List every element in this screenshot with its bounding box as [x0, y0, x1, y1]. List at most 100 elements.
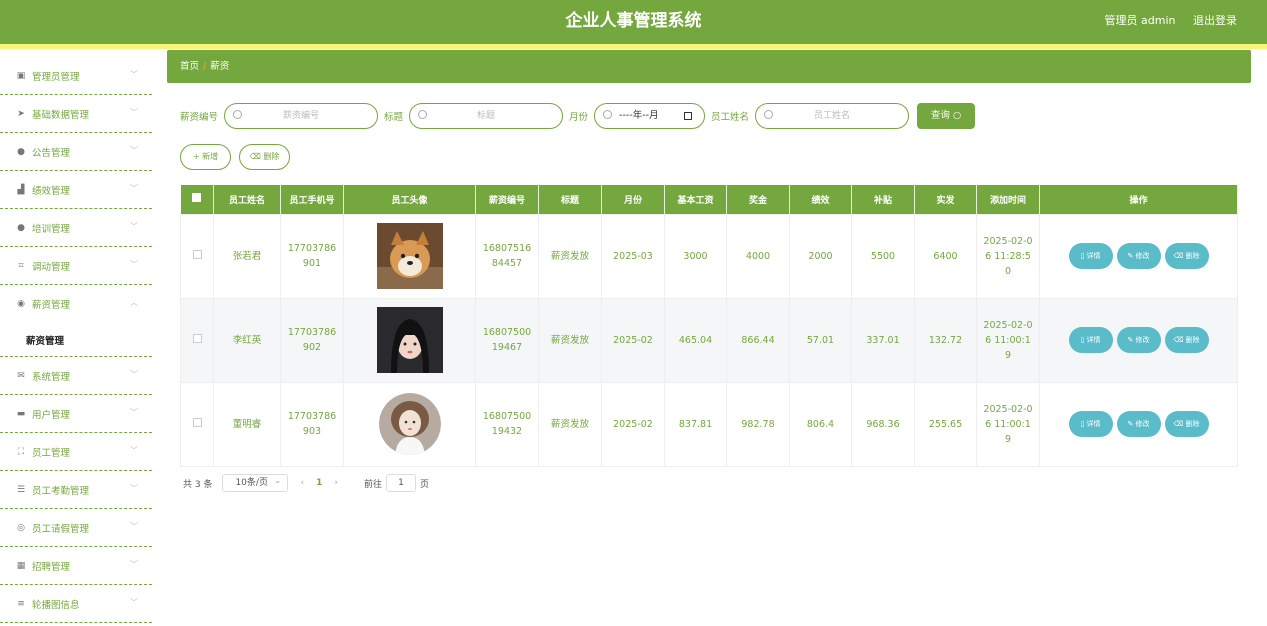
delete-button[interactable]: ⌫ 删除: [1164, 243, 1209, 269]
sidebar-item-employees[interactable]: ⛶ 员工管理 ﹀: [0, 433, 152, 471]
sidebar-item-leave[interactable]: ◎ 员工请假管理 ﹀: [0, 509, 152, 547]
detail-label: 详情: [1086, 336, 1101, 344]
detail-label: 详情: [1086, 420, 1101, 428]
grid-icon: ▦: [16, 560, 26, 571]
query-button[interactable]: 查询 ○: [917, 103, 976, 129]
next-page-icon[interactable]: ›: [334, 478, 338, 488]
row-select-cell[interactable]: [180, 297, 214, 383]
row-checkbox[interactable]: [192, 333, 202, 343]
send-icon: ➤: [17, 108, 25, 119]
col-header: 员工姓名: [213, 185, 281, 214]
chart-icon: ▟: [17, 184, 25, 195]
goto-label: 前往: [363, 479, 382, 490]
phone-text: 17703786902: [287, 327, 337, 353]
actual-pay-cell: 132.72: [914, 297, 977, 383]
prev-page-icon[interactable]: ‹: [300, 478, 304, 488]
logout-link[interactable]: 退出登录: [1193, 14, 1237, 27]
salary-no-input[interactable]: [225, 104, 378, 128]
detail-button[interactable]: ▯ 详情: [1068, 243, 1113, 269]
col-header: 操作: [1039, 185, 1238, 214]
table-row: 董明睿 17703786903 1680750019432 薪资发放 2025-…: [180, 381, 1238, 467]
sidebar-item-transfer[interactable]: ⌗ 调动管理 ﹀: [0, 247, 152, 285]
sidebar-subitem-salary[interactable]: 薪资管理: [0, 323, 152, 357]
edit-label: 修改: [1135, 336, 1150, 344]
chevron-down-icon: ﹀: [130, 260, 138, 269]
top-header: 企业人事管理系统 管理员 admin 退出登录: [0, 0, 1267, 49]
sidebar-item-users[interactable]: ▬ 用户管理 ﹀: [0, 395, 152, 433]
add-button[interactable]: + 新增: [180, 144, 231, 170]
sidebar-item-attendance[interactable]: ☰ 员工考勤管理 ﹀: [0, 471, 152, 509]
select-all-header[interactable]: [180, 185, 214, 214]
search-icon: [764, 110, 774, 119]
chevron-down-icon: ﹀: [130, 484, 138, 493]
current-page[interactable]: 1: [316, 478, 322, 488]
performance-cell: 2000: [789, 213, 852, 299]
added-time-text: 2025-02-06 11:00:19: [983, 319, 1033, 361]
sidebar-item-notice[interactable]: ● 公告管理 ﹀: [0, 133, 152, 171]
sidebar-item-salary[interactable]: ◉ 薪资管理 ︿: [0, 285, 152, 323]
added-time-text: 2025-02-06 11:00:19: [983, 403, 1033, 445]
title-input[interactable]: [410, 104, 563, 128]
employee-name-field[interactable]: [755, 103, 910, 129]
delete-button[interactable]: ⌫ 删除: [1164, 411, 1209, 437]
month-cell: 2025-02: [601, 381, 665, 467]
sidebar-item-system[interactable]: ✉ 系统管理 ﹀: [0, 357, 152, 395]
edit-label: 修改: [1135, 252, 1150, 260]
trash-icon: ⌫: [249, 152, 261, 161]
bonus-cell: 4000: [726, 213, 790, 299]
breadcrumb-home[interactable]: 首页: [180, 61, 199, 72]
clipboard-icon: ▣: [16, 70, 26, 81]
goto-page-input[interactable]: 1: [385, 474, 416, 492]
avatar-dog-image: [376, 223, 443, 289]
employee-name-cell: 张若君: [213, 213, 281, 299]
sidebar-item-performance[interactable]: ▟ 绩效管理 ﹀: [0, 171, 152, 209]
page-suffix: 页: [419, 479, 429, 490]
admin-user-label[interactable]: 管理员 admin: [1105, 14, 1176, 27]
page-size-select[interactable]: 10条/页: [222, 473, 289, 492]
chevron-down-icon: ﹀: [130, 70, 138, 79]
table-header-row: 员工姓名 员工手机号 员工头像 薪资编号 标题 月份 基本工资 奖金 绩效 补贴…: [180, 185, 1238, 214]
breadcrumb-separator: /: [203, 61, 207, 72]
edit-button[interactable]: ✎ 修改: [1116, 243, 1161, 269]
month-field[interactable]: ----年--月: [594, 103, 706, 129]
base-salary-cell: 3000: [664, 213, 727, 299]
table-row: 李红英 17703786902 1680750019467 薪资发放 2025-…: [180, 297, 1238, 383]
menu-icon: ≡: [17, 598, 25, 609]
detail-button[interactable]: ▯ 详情: [1068, 327, 1113, 353]
select-all-checkbox[interactable]: [192, 193, 202, 203]
ticket-icon: ▬: [16, 408, 26, 419]
month-input[interactable]: ----年--月: [619, 104, 659, 128]
col-header: 基本工资: [664, 185, 727, 214]
month-cell: 2025-03: [601, 213, 665, 299]
sidebar-item-basic-data[interactable]: ➤ 基础数据管理 ﹀: [0, 95, 152, 133]
performance-cell: 806.4: [789, 381, 852, 467]
salary-no-field[interactable]: [224, 103, 379, 129]
edit-button[interactable]: ✎ 修改: [1116, 411, 1161, 437]
salary-no-cell: 1680750019432: [475, 381, 539, 467]
row-select-cell[interactable]: [180, 381, 214, 467]
delete-button[interactable]: ⌫ 删除: [1164, 327, 1209, 353]
added-time-cell: 2025-02-06 11:28:50: [976, 213, 1040, 299]
sidebar: ▣ 管理员管理 ﹀ ➤ 基础数据管理 ﹀ ● 公告管理 ﹀ ▟ 绩效管理 ﹀ ● 培训管理 ﹀ ⌗ 调…: [0, 57, 152, 623]
title-cell: 薪资发放: [538, 213, 602, 299]
edit-button[interactable]: ✎ 修改: [1116, 327, 1161, 353]
row-select-cell[interactable]: [180, 213, 214, 299]
row-checkbox[interactable]: [192, 249, 202, 259]
subsidy-cell: 5500: [851, 213, 915, 299]
phone-text: 17703786903: [287, 411, 337, 437]
detail-button[interactable]: ▯ 详情: [1068, 411, 1113, 437]
sidebar-item-training[interactable]: ● 培训管理 ﹀: [0, 209, 152, 247]
row-checkbox[interactable]: [192, 417, 202, 427]
sidebar-item-carousel[interactable]: ≡ 轮播图信息 ﹀: [0, 585, 152, 623]
col-header: 员工手机号: [280, 185, 344, 214]
employee-name-label: 员工姓名: [711, 112, 750, 123]
operations-cell: ▯ 详情 ✎ 修改 ⌫ 删除: [1039, 213, 1238, 299]
col-header: 薪资编号: [475, 185, 539, 214]
sidebar-item-admin[interactable]: ▣ 管理员管理 ﹀: [0, 57, 152, 95]
title-field[interactable]: [409, 103, 564, 129]
employee-name-input[interactable]: [756, 104, 909, 128]
employee-name-cell: 董明睿: [213, 381, 281, 467]
batch-delete-button[interactable]: ⌫ 删除: [239, 144, 290, 170]
sidebar-item-recruit[interactable]: ▦ 招聘管理 ﹀: [0, 547, 152, 585]
calendar-icon[interactable]: [684, 112, 693, 120]
